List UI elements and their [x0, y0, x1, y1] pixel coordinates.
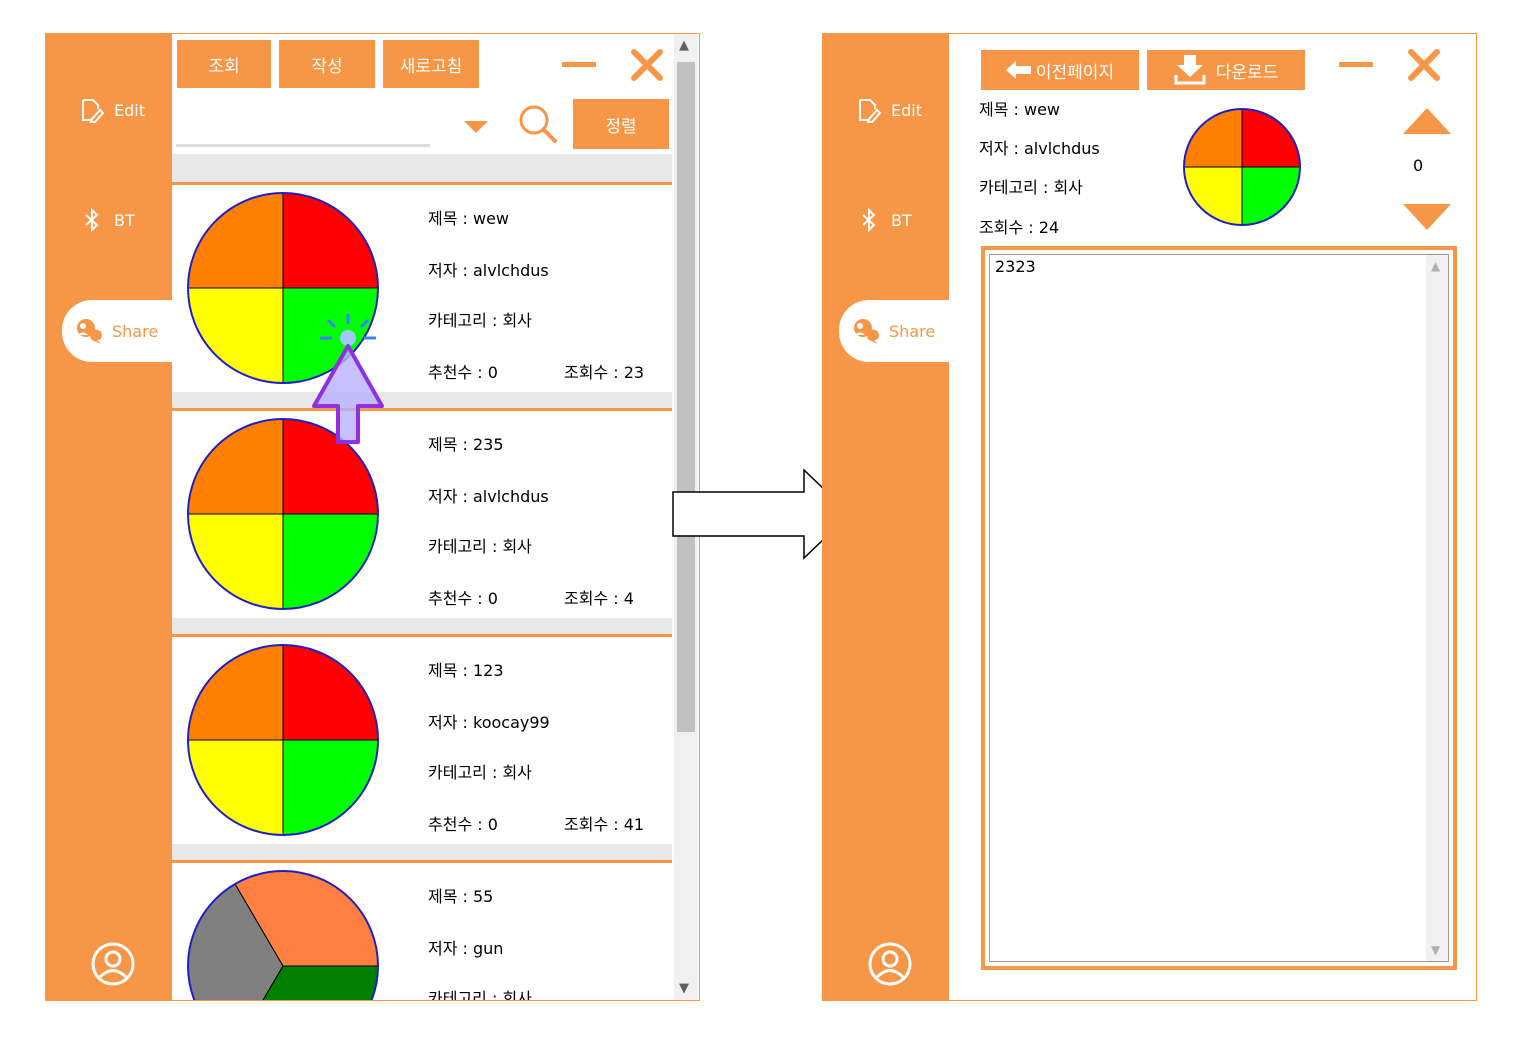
detail-views: 조회수 : 24: [979, 218, 1060, 237]
bluetooth-icon: [853, 208, 885, 232]
search-icon[interactable]: [518, 104, 558, 148]
post-list: 제목 : wew 저자 : alvlchdus 카테고리 : 회사 추천수 : …: [172, 154, 672, 1001]
sidebar-item-edit[interactable]: Edit: [46, 88, 172, 132]
detail-author: 저자 : alvlchdus: [979, 139, 1100, 158]
downvote-triangle-icon[interactable]: [1403, 204, 1451, 234]
close-icon[interactable]: [1407, 48, 1441, 82]
sidebar-item-label: Edit: [891, 100, 922, 120]
scrollbar-thumb[interactable]: [677, 62, 695, 732]
pie-chart-thumbnail: [187, 870, 379, 1000]
post-author: 저자 : koocay99: [428, 713, 550, 732]
write-button[interactable]: 작성: [279, 40, 375, 88]
scroll-down-icon[interactable]: ▼: [679, 981, 689, 996]
post-views: 조회수 : 23: [564, 363, 645, 382]
user-profile-icon[interactable]: [868, 942, 912, 986]
back-arrow-icon: [1005, 61, 1031, 79]
post-likes: 추천수 : 0: [428, 815, 498, 834]
refresh-button[interactable]: 새로고침: [383, 40, 479, 88]
vote-count: 0: [1413, 156, 1424, 175]
list-item[interactable]: 제목 : 55 저자 : gun 카테고리 : 회사: [172, 860, 672, 1001]
scroll-up-icon[interactable]: ▲: [1431, 259, 1440, 273]
content-text: 2323: [995, 257, 1036, 276]
sidebar-item-label: BT: [891, 210, 912, 230]
user-profile-icon[interactable]: [91, 942, 135, 986]
list-item[interactable]: 제목 : 235 저자 : alvlchdus 카테고리 : 회사 추천수 : …: [172, 408, 672, 618]
sidebar-item-share[interactable]: Share: [839, 300, 951, 362]
search-input[interactable]: [176, 144, 430, 147]
click-cursor-icon: [312, 314, 384, 444]
edit-icon: [76, 97, 108, 123]
bluetooth-icon: [76, 208, 108, 232]
pie-chart-thumbnail: [187, 644, 379, 836]
sidebar: Edit BT Share: [46, 34, 174, 1000]
list-window: Edit BT Share 조회 작성 새로고침 정렬 제목: wew 저자 …: [45, 33, 700, 1001]
upvote-triangle-icon[interactable]: [1403, 108, 1451, 138]
share-chat-icon: [74, 318, 106, 344]
post-category: 카테고리 : 회사: [428, 989, 532, 1001]
sort-button[interactable]: 정렬: [573, 99, 669, 149]
detail-pie-chart: [1183, 108, 1301, 226]
sidebar-item-label: Edit: [114, 100, 145, 120]
post-title: 제목 : 235: [428, 435, 504, 454]
post-category: 카테고리 : 회사: [428, 311, 532, 330]
scroll-down-icon[interactable]: ▼: [1431, 943, 1440, 957]
sidebar: Edit BT Share: [823, 34, 951, 1000]
post-title: 제목 : 55: [428, 887, 494, 906]
list-item[interactable]: 제목 : 123 저자 : koocay99 카테고리 : 회사 추천수 : 0…: [172, 634, 672, 844]
post-author: 저자 : alvlchdus: [428, 261, 549, 280]
download-button[interactable]: 다운로드: [1147, 50, 1305, 90]
close-icon[interactable]: [630, 48, 664, 82]
content-textarea-frame: 2323 ▲ ▼: [981, 246, 1457, 970]
sidebar-item-label: Share: [112, 321, 159, 341]
back-button[interactable]: 이전페이지: [981, 50, 1139, 90]
list-item[interactable]: 제목 : wew 저자 : alvlchdus 카테고리 : 회사 추천수 : …: [172, 182, 672, 392]
detail-category: 카테고리 : 회사: [979, 178, 1083, 197]
post-views: 조회수 : 4: [564, 589, 634, 608]
sidebar-item-edit[interactable]: Edit: [823, 88, 949, 132]
post-author: 저자 : alvlchdus: [428, 487, 549, 506]
sidebar-item-label: BT: [114, 210, 135, 230]
content-scrollbar[interactable]: ▲ ▼: [1426, 255, 1448, 961]
post-category: 카테고리 : 회사: [428, 537, 532, 556]
detail-title: 제목 : wew: [979, 100, 1061, 119]
share-chat-icon: [851, 318, 883, 344]
minimize-button[interactable]: [562, 62, 596, 67]
post-title: 제목 : wew: [428, 209, 510, 228]
post-category: 카테고리 : 회사: [428, 763, 532, 782]
dropdown-arrow-icon[interactable]: [464, 120, 488, 139]
post-views: 조회수 : 41: [564, 815, 645, 834]
post-title: 제목 : 123: [428, 661, 504, 680]
download-label: 다운로드: [1215, 62, 1279, 83]
detail-window: Edit BT Share 이전페이지 다운로드 제목 : wew 저자 : a…: [822, 33, 1477, 1001]
post-author: 저자 : gun: [428, 939, 504, 958]
minimize-button[interactable]: [1339, 62, 1373, 67]
content-textarea[interactable]: 2323 ▲ ▼: [989, 254, 1449, 962]
sidebar-item-bt[interactable]: BT: [823, 198, 949, 242]
download-icon: [1174, 55, 1206, 85]
post-likes: 추천수 : 0: [428, 363, 498, 382]
sidebar-item-share[interactable]: Share: [62, 300, 174, 362]
sidebar-item-label: Share: [889, 321, 936, 341]
edit-icon: [853, 97, 885, 123]
post-likes: 추천수 : 0: [428, 589, 498, 608]
view-button[interactable]: 조회: [177, 40, 271, 88]
sidebar-item-bt[interactable]: BT: [46, 198, 172, 242]
back-label: 이전페이지: [1035, 62, 1115, 83]
scroll-up-icon[interactable]: ▲: [679, 38, 689, 53]
